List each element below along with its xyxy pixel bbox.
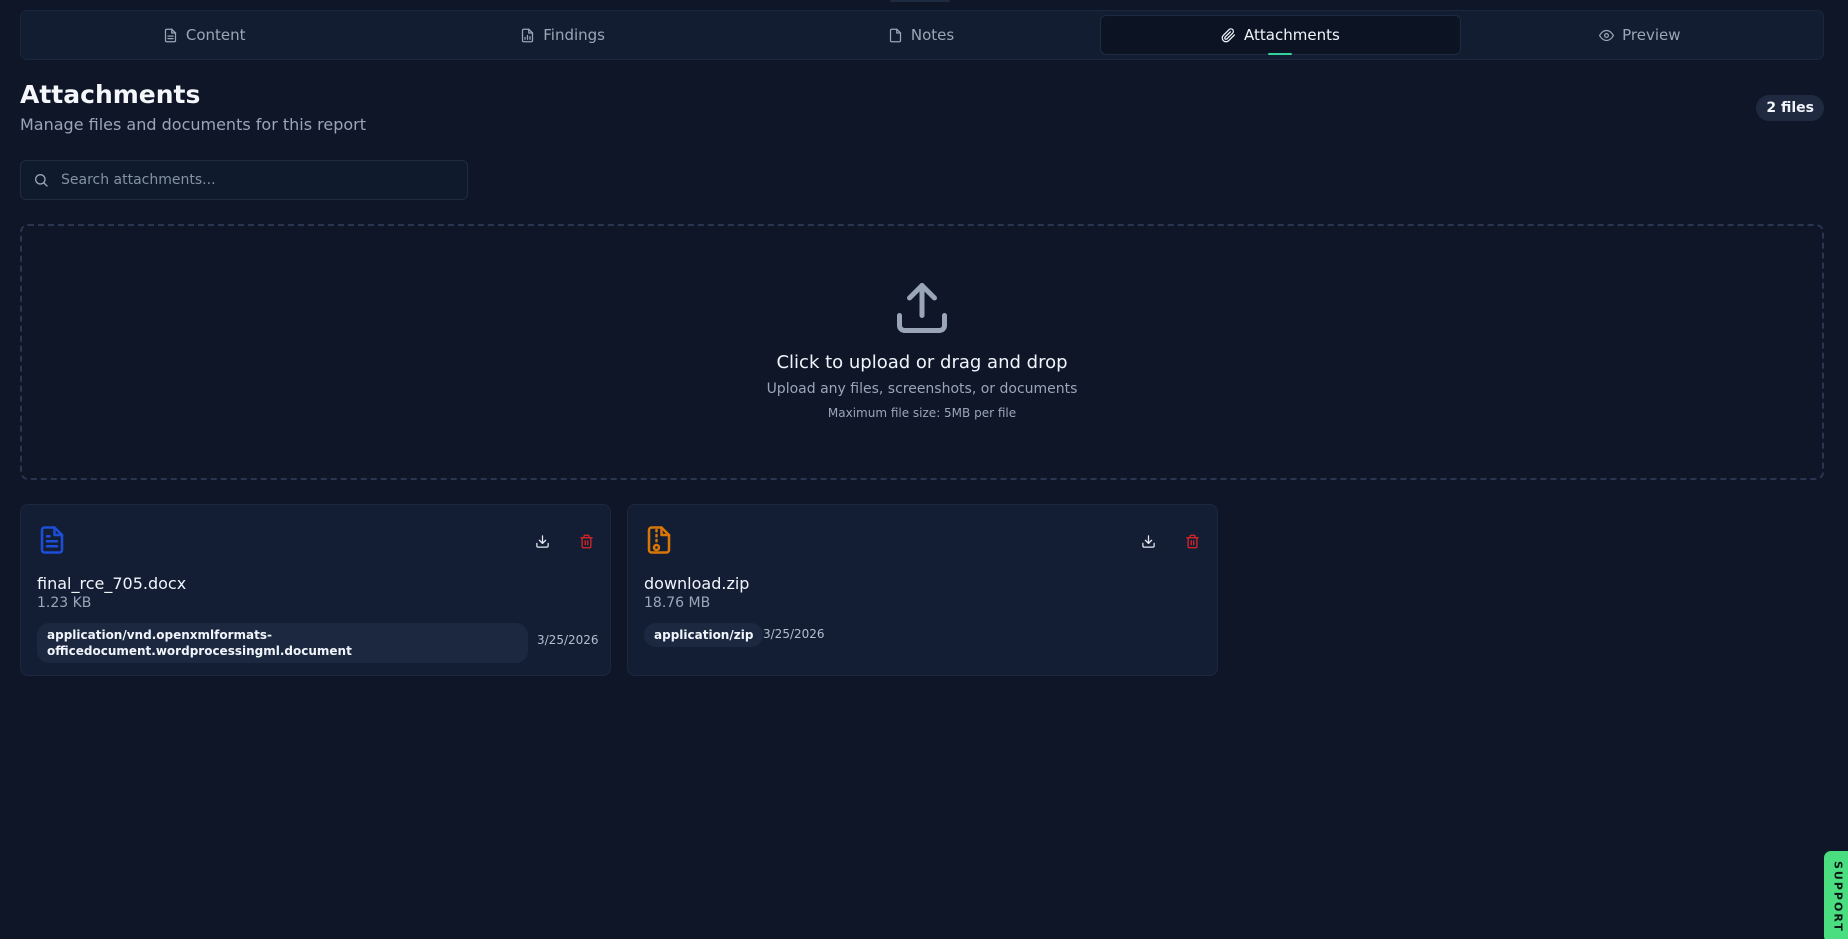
tab-label: Attachments (1244, 26, 1340, 44)
download-icon (1141, 534, 1155, 548)
search-input[interactable] (61, 172, 467, 188)
trash-icon (579, 534, 593, 548)
file-text-icon (40, 526, 64, 554)
attachment-card: final_rce_705.docx 1.23 KB application/v… (20, 504, 611, 676)
search-box (20, 160, 468, 200)
report-tabs: Content Findings Notes Attachments Previ… (20, 10, 1824, 60)
dropzone-size-limit: Maximum file size: 5MB per file (827, 406, 1017, 420)
top-divider-nub (890, 0, 950, 2)
file-name: download.zip (644, 574, 750, 593)
download-button[interactable] (530, 529, 554, 553)
file-text-icon (164, 28, 176, 42)
mime-type-badge: application/zip (644, 623, 764, 647)
upload-date: 3/25/2026 (537, 633, 599, 647)
delete-button[interactable] (1180, 529, 1204, 553)
tab-label: Content (185, 26, 246, 44)
file-archive-icon (647, 526, 671, 554)
eye-icon (1599, 29, 1615, 41)
upload-icon (897, 283, 947, 333)
file-size: 18.76 MB (644, 595, 711, 611)
file-count-badge: 2 files (1756, 95, 1824, 121)
delete-button[interactable] (574, 529, 598, 553)
dropzone-title: Click to upload or drag and drop (776, 352, 1068, 373)
upload-date: 3/25/2026 (763, 627, 825, 641)
search-icon (35, 174, 48, 187)
tab-findings[interactable]: Findings (383, 15, 741, 55)
file-icon (889, 28, 901, 42)
tab-preview[interactable]: Preview (1461, 15, 1819, 55)
tab-label: Notes (910, 26, 955, 44)
mime-type-badge: application/vnd.openxmlformats-officedoc… (37, 623, 528, 663)
attachment-card: download.zip 18.76 MB application/zip 3/… (627, 504, 1218, 676)
file-name: final_rce_705.docx (37, 574, 187, 593)
tab-content[interactable]: Content (25, 15, 383, 55)
page-subtitle: Manage files and documents for this repo… (20, 115, 366, 134)
download-icon (535, 534, 549, 548)
tab-attachments[interactable]: Attachments (1100, 15, 1461, 55)
support-tab[interactable]: SUPPORT (1824, 851, 1848, 939)
tab-label: Findings (543, 26, 605, 44)
support-label: SUPPORT (1831, 861, 1845, 933)
file-size: 1.23 KB (37, 595, 92, 611)
file-chart-icon (522, 28, 534, 42)
paperclip-icon (1221, 27, 1236, 42)
download-button[interactable] (1136, 529, 1160, 553)
trash-icon (1185, 534, 1199, 548)
upload-dropzone[interactable]: Click to upload or drag and drop Upload … (20, 224, 1824, 480)
tab-label: Preview (1622, 26, 1681, 44)
dropzone-subtitle: Upload any files, screenshots, or docume… (766, 381, 1078, 397)
tab-notes[interactable]: Notes (742, 15, 1100, 55)
page-title: Attachments (20, 80, 201, 109)
